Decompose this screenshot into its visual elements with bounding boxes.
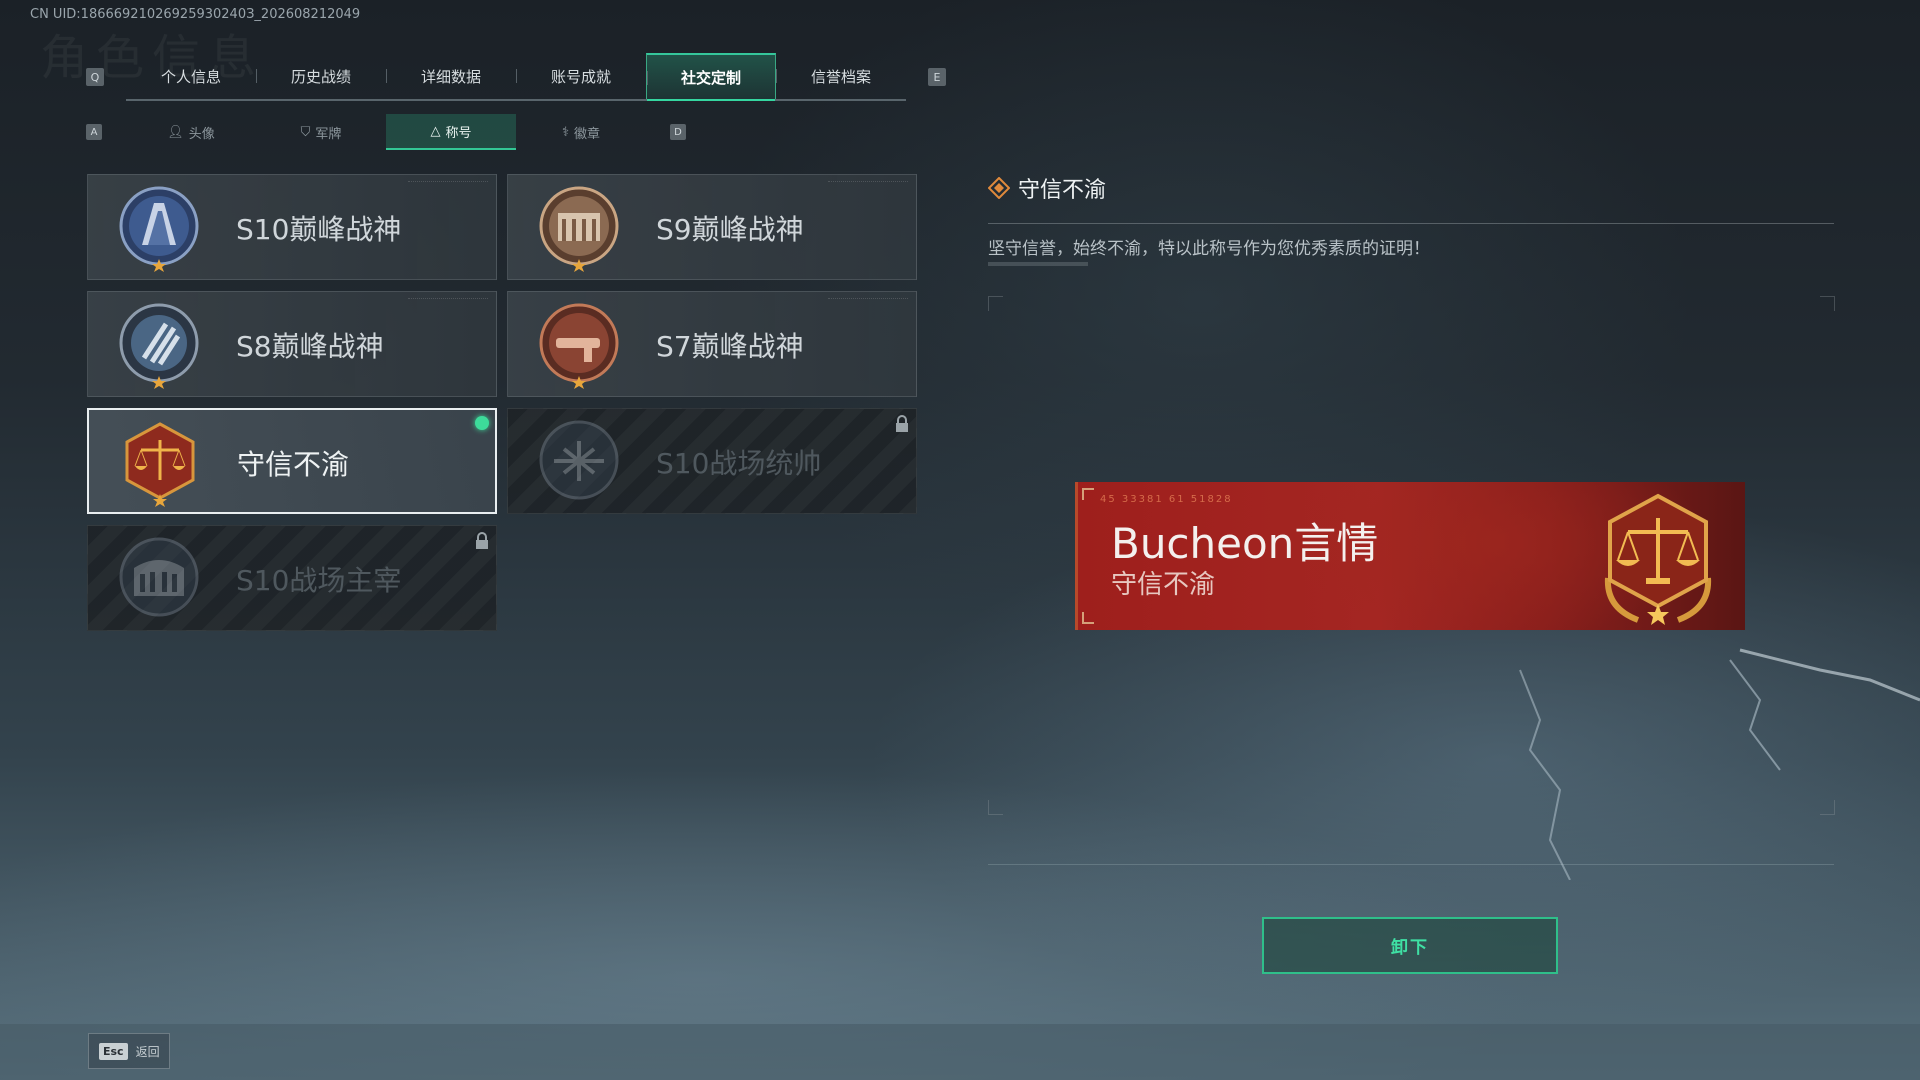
divider xyxy=(988,223,1834,224)
tab-social-custom[interactable]: 社交定制 xyxy=(646,53,776,101)
frame-corner xyxy=(1820,296,1835,311)
shield-icon: ⛉ xyxy=(300,124,311,140)
s8-peak-emblem-icon xyxy=(119,303,199,389)
title-name: S10战场主宰 xyxy=(236,564,402,597)
detail-header: 守信不渝 xyxy=(988,172,1106,204)
s9-peak-emblem-icon xyxy=(539,186,619,272)
frame-corner xyxy=(988,800,1003,815)
title-card-s7-peak[interactable]: S7巅峰战神 xyxy=(507,291,917,397)
tab-detailed-data[interactable]: 详细数据 xyxy=(386,53,516,99)
tab-next-key[interactable]: E xyxy=(928,68,946,86)
lock-icon xyxy=(476,532,488,549)
lightning-decoration xyxy=(1519,648,1920,880)
subtab-title[interactable]: △ 称号 xyxy=(386,114,516,150)
subtab-label: 称号 xyxy=(445,125,472,141)
scales-medal-icon xyxy=(1604,493,1712,625)
decorative-bar xyxy=(988,262,1088,266)
subtab-dogtag[interactable]: ⛉ 军牌 xyxy=(256,114,386,150)
tab-achievements[interactable]: 账号成就 xyxy=(516,53,646,99)
lock-icon xyxy=(896,415,908,432)
person-icon: 👤︎ xyxy=(167,124,184,140)
banner-title: 守信不渝 xyxy=(1111,570,1216,600)
detail-description: 坚守信誉，始终不渝，特以此称号作为您优秀素质的证明！ xyxy=(988,239,1430,259)
title-card-s9-peak[interactable]: S9巅峰战神 xyxy=(507,174,917,280)
banner-code: 45 33381 61 51828 xyxy=(1100,494,1233,505)
title-name: S8巅峰战神 xyxy=(236,330,384,363)
unequip-button[interactable]: 卸下 xyxy=(1262,917,1558,974)
title-banner-preview: 45 33381 61 51828 Bucheon言情 守信不渝 xyxy=(1075,482,1745,630)
main-tabs: 个人信息 历史战绩 详细数据 账号成就 社交定制 信誉档案 xyxy=(126,53,906,101)
title-card-s10-dominator[interactable]: S10战场主宰 xyxy=(87,525,497,631)
subtab-label: 军牌 xyxy=(315,126,342,142)
tab-prev-key[interactable]: Q xyxy=(86,68,104,86)
title-card-s10-peak[interactable]: S10巅峰战神 xyxy=(87,174,497,280)
subtab-badge[interactable]: ⚕ 徽章 xyxy=(516,114,646,150)
title-name: 守信不渝 xyxy=(237,448,350,481)
title-card-s8-peak[interactable]: S8巅峰战神 xyxy=(87,291,497,397)
footer-bar xyxy=(0,1024,1920,1080)
tab-personal-info[interactable]: 个人信息 xyxy=(126,53,256,99)
esc-key: Esc xyxy=(99,1042,128,1060)
subtab-avatar[interactable]: 👤︎ 头像 xyxy=(126,114,256,150)
title-name: S10巅峰战神 xyxy=(236,213,402,246)
tab-credit-file[interactable]: 信誉档案 xyxy=(776,53,906,99)
back-label: 返回 xyxy=(135,1044,160,1059)
title-card-s10-commander[interactable]: S10战场统帅 xyxy=(507,408,917,514)
sub-tab-bar: A 👤︎ 头像 ⛉ 军牌 △ 称号 ⚕ 徽章 D xyxy=(86,114,686,150)
equipped-indicator xyxy=(475,416,489,430)
subtab-prev-key[interactable]: A xyxy=(86,124,102,140)
aircraft-emblem-icon xyxy=(539,420,619,500)
title-card-keep-faith[interactable]: 守信不渝 xyxy=(87,408,497,514)
main-tab-bar: Q 个人信息 历史战绩 详细数据 账号成就 社交定制 信誉档案 E xyxy=(86,53,968,101)
back-button[interactable]: Esc 返回 xyxy=(88,1033,170,1069)
s10-peak-emblem-icon xyxy=(119,186,199,272)
title-name: S9巅峰战神 xyxy=(656,213,804,246)
frame-corner xyxy=(988,296,1003,311)
title-name: S10战场统帅 xyxy=(656,447,822,480)
title-name: S7巅峰战神 xyxy=(656,330,804,363)
scales-emblem-icon xyxy=(125,422,195,507)
detail-title: 守信不渝 xyxy=(1018,178,1107,203)
triangle-icon: △ xyxy=(430,123,441,139)
subtab-label: 头像 xyxy=(188,126,215,142)
wings-icon: ⚕ xyxy=(561,124,570,140)
diamond-icon xyxy=(988,177,1010,199)
banner-player-name: Bucheon言情 xyxy=(1111,519,1379,568)
s7-peak-emblem-icon xyxy=(539,303,619,389)
subtab-label: 徽章 xyxy=(574,126,601,142)
subtab-next-key[interactable]: D xyxy=(670,124,686,140)
tab-match-history[interactable]: 历史战绩 xyxy=(256,53,386,99)
colosseum-emblem-icon xyxy=(119,537,199,617)
